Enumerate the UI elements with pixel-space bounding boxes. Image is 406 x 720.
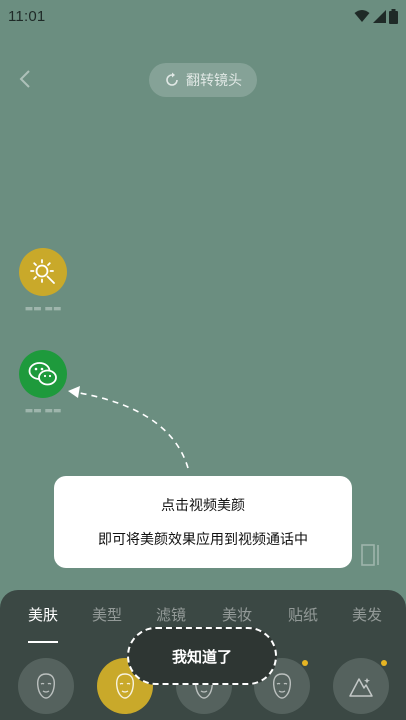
option-face-1[interactable] [18,658,74,714]
face-icon [273,673,291,699]
chevron-left-icon [19,70,30,88]
option-dot [381,660,387,666]
mountain-icon [349,678,373,697]
brightness-label: ▬▬ ▬▬ [24,304,62,314]
tab-shape[interactable]: 美型 [82,604,132,625]
brightness-icon [30,259,55,284]
flip-camera-label: 翻转镜头 [186,73,242,89]
back-button[interactable] [14,66,36,92]
face-icon [37,673,55,699]
guide-arrow-icon [68,386,189,469]
signal-icon [373,9,386,23]
wifi-icon [354,10,370,22]
wechat-icon [28,362,57,386]
tooltip-title: 点击视频美颜 [161,498,245,514]
guide-tooltip: 点击视频美颜 即可将美颜效果应用到视频通话中 [54,476,352,568]
tab-skin[interactable]: 美肤 [18,604,68,625]
compare-icon[interactable] [360,542,384,568]
beauty-tabs: 美肤 美型 滤镜 美妆 贴纸 美发 [0,604,406,628]
status-icons [354,8,398,24]
tab-filter[interactable]: 滤镜 [146,604,196,625]
tab-hair[interactable]: 美发 [342,604,392,625]
option-dot [302,660,308,666]
battery-icon [389,8,398,24]
got-it-button[interactable]: 我知道了 [127,627,277,685]
status-time: 11:01 [8,7,46,25]
active-tab-indicator [28,641,58,643]
brightness-button[interactable] [19,248,67,296]
tooltip-description: 即可将美颜效果应用到视频通话中 [98,532,308,548]
tab-sticker[interactable]: 贴纸 [278,604,328,625]
rotate-icon [166,72,178,86]
status-bar: 11:01 [0,0,406,32]
tab-makeup[interactable]: 美妆 [212,604,262,625]
option-background[interactable] [333,658,389,714]
flip-camera-button[interactable]: 翻转镜头 [149,63,257,97]
